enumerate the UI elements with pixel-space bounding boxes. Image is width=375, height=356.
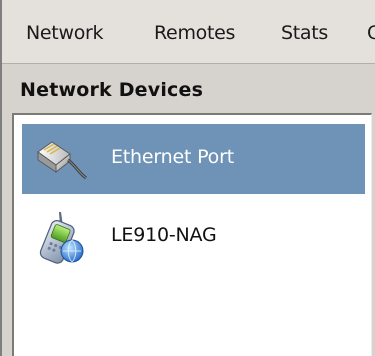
device-label: LE910-NAG — [111, 224, 217, 246]
ethernet-port-icon — [32, 132, 90, 186]
network-devices-list[interactable]: Ethernet Port LE910-NAG — [12, 113, 372, 356]
device-item-ethernet-port[interactable]: Ethernet Port — [22, 124, 365, 194]
app-window: Network Remotes Stats C Network Devices — [0, 0, 375, 356]
tab-remotes[interactable]: Remotes — [154, 22, 235, 44]
tab-network[interactable]: Network — [26, 22, 104, 44]
device-item-le910-nag[interactable]: LE910-NAG — [22, 202, 365, 272]
cellular-phone-network-icon — [32, 210, 90, 264]
tab-overflow[interactable]: C — [367, 22, 375, 44]
tab-stats[interactable]: Stats — [281, 22, 328, 44]
device-label: Ethernet Port — [111, 146, 234, 168]
tab-bar: Network Remotes Stats C — [2, 0, 375, 64]
panel-title: Network Devices — [20, 79, 204, 101]
